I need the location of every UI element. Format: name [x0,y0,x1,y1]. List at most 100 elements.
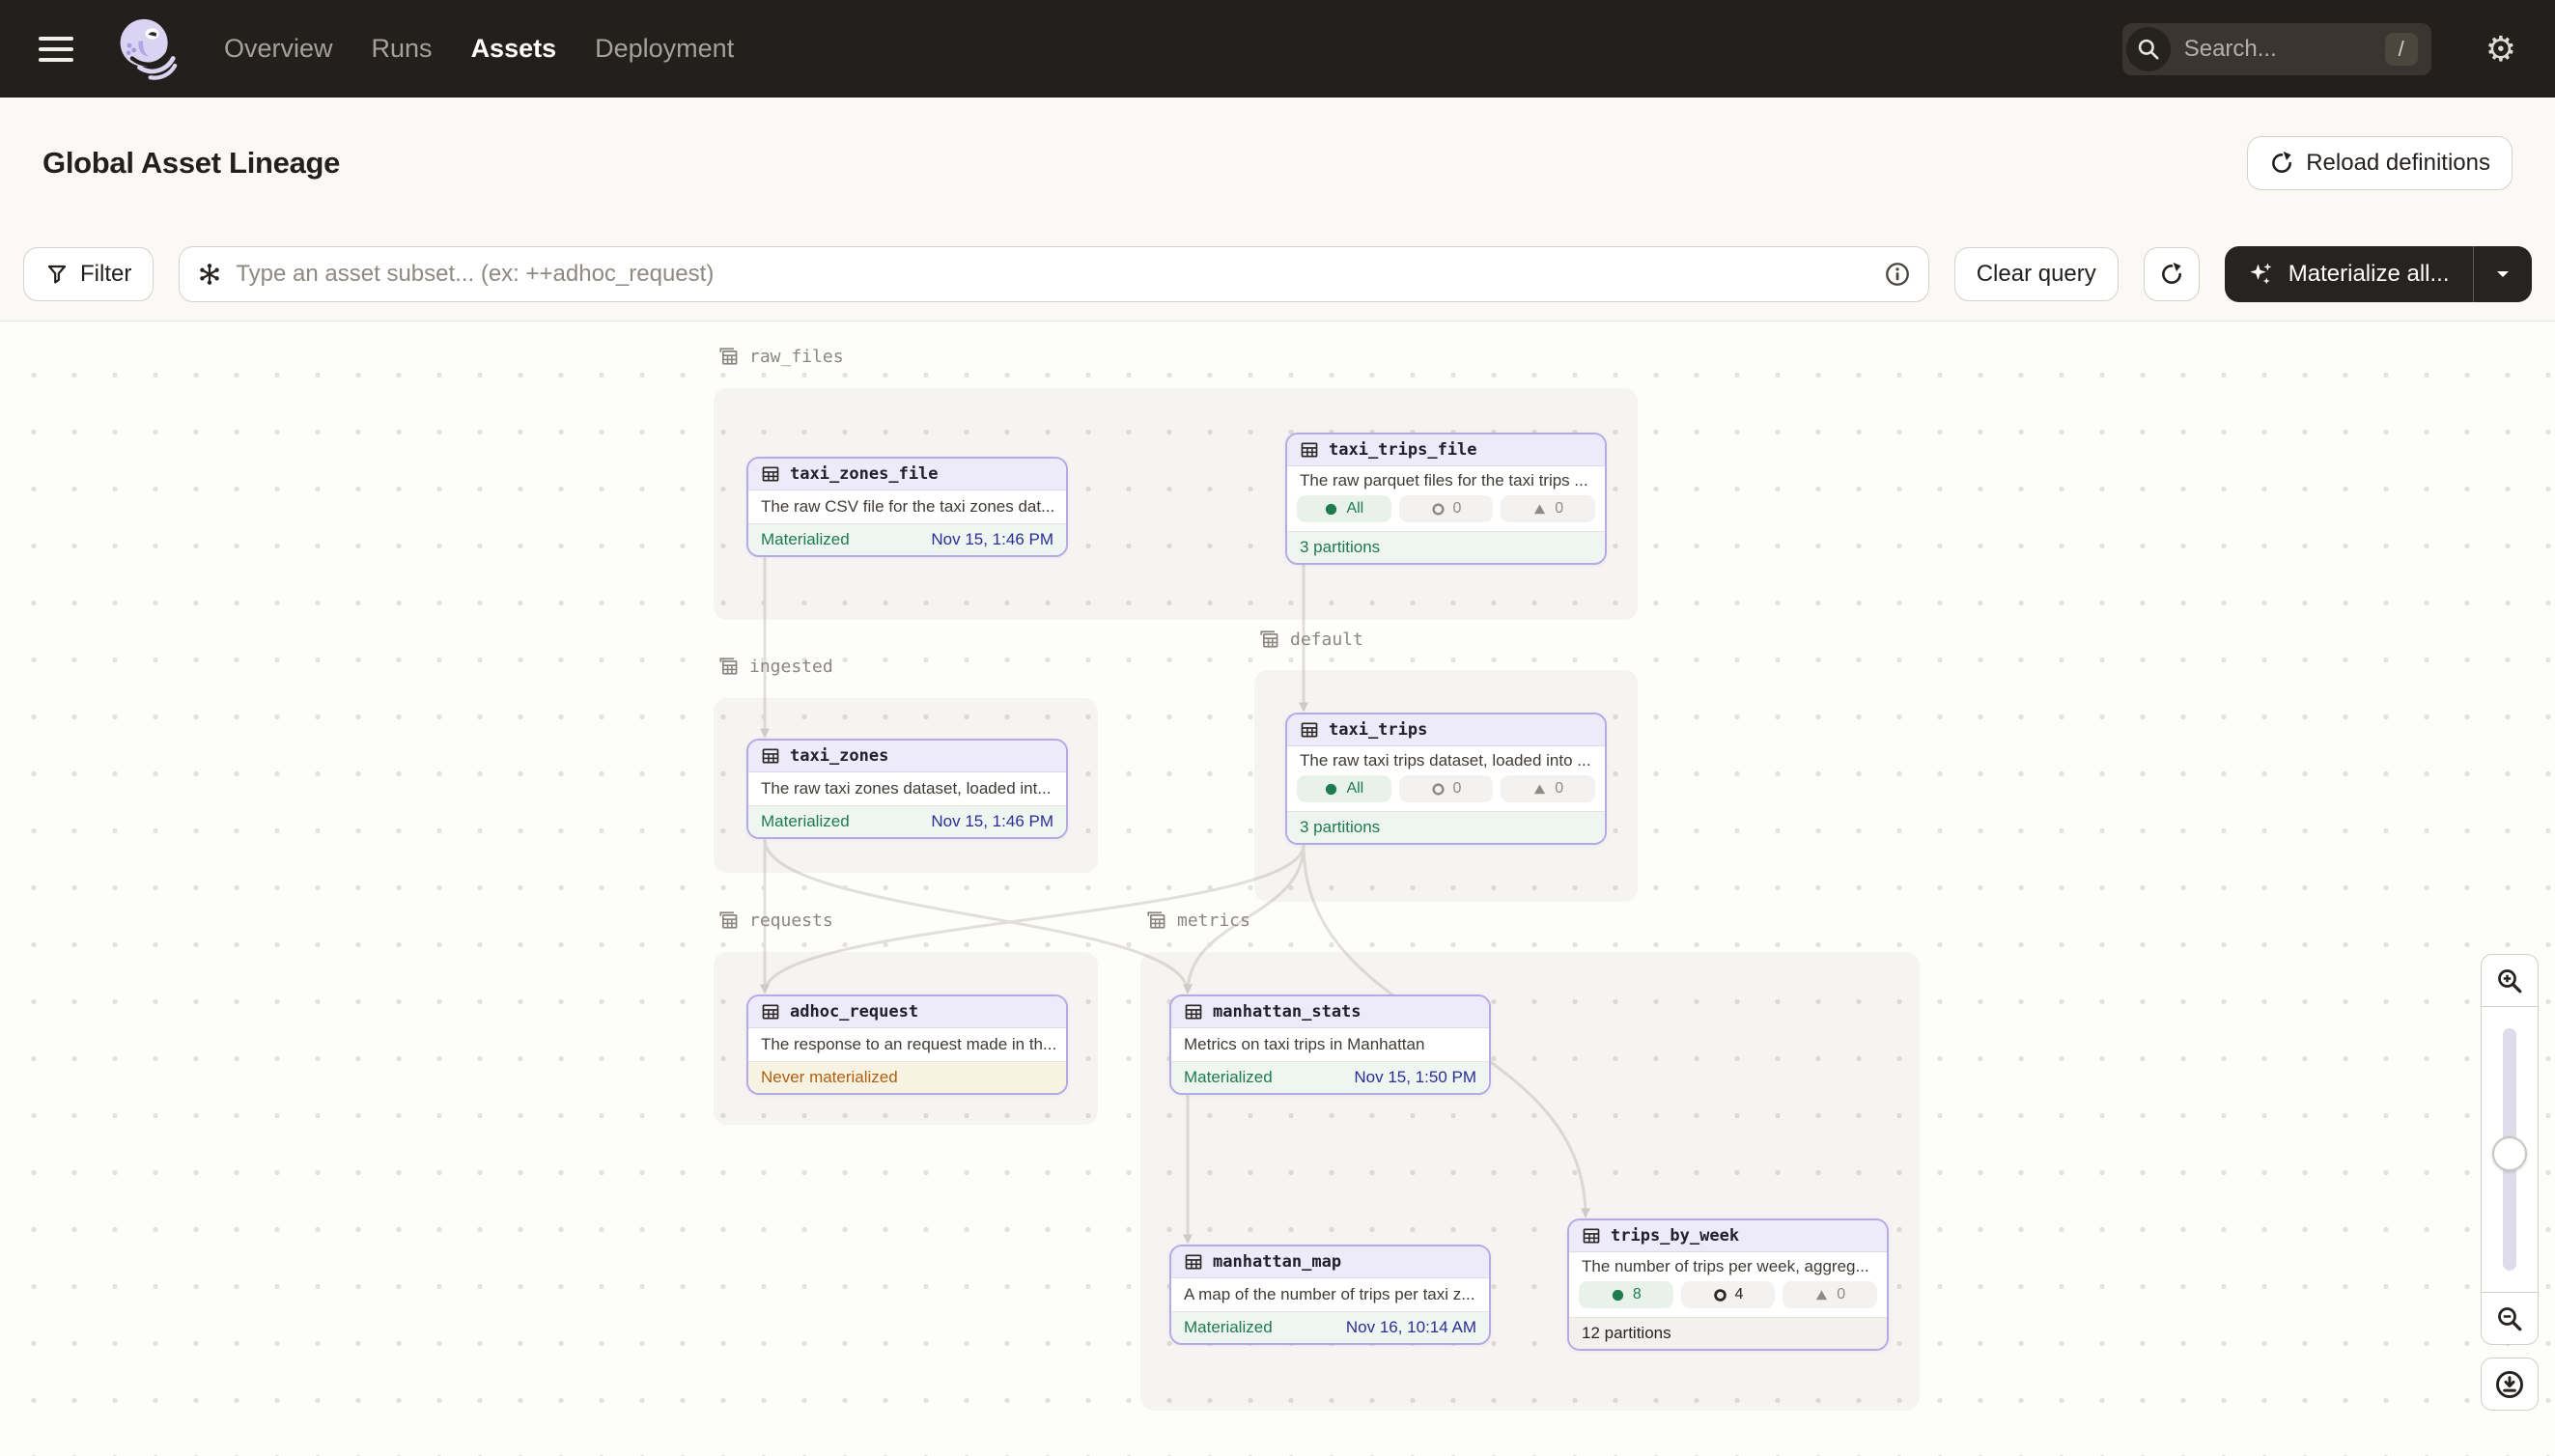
asset-node-taxi_trips[interactable]: taxi_tripsThe raw taxi trips dataset, lo… [1285,713,1607,845]
reload-icon [2269,151,2294,176]
asset-name: taxi_trips_file [1329,440,1477,460]
clear-query-button[interactable]: Clear query [1954,247,2119,301]
lineage-canvas[interactable]: raw_files ingested default requests metr… [0,321,2555,1456]
asset-node-taxi_trips_file[interactable]: taxi_trips_fileThe raw parquet files for… [1285,433,1607,565]
filter-button[interactable]: Filter [23,247,154,301]
zoom-controls [2481,954,2539,1411]
partition-health-badges: All00 [1287,772,1605,811]
asset-status-footer: Materialized Nov 15, 1:50 PM [1171,1061,1489,1093]
missing-triangle-icon [1814,1288,1829,1302]
asset-group-icon [716,655,740,678]
page-title: Global Asset Lineage [42,146,340,181]
partition-badge-count: All [1346,500,1363,518]
table-icon [1300,720,1319,740]
zoom-out-button[interactable] [2481,1292,2539,1345]
materialize-options-dropdown[interactable] [2474,265,2532,284]
partition-badge-count: All [1346,780,1363,798]
table-icon [1300,440,1319,460]
status-label: 12 partitions [1582,1324,1671,1343]
sparkle-icon [2248,261,2275,288]
asset-node-header: taxi_zones [748,741,1066,772]
partition-badge: 4 [1681,1281,1776,1308]
asset-node-adhoc_request[interactable]: adhoc_requestThe response to an request … [746,994,1068,1095]
dagster-logo-icon[interactable] [114,14,178,84]
asset-description: The raw taxi zones dataset, loaded int..… [748,772,1066,805]
zoom-in-button[interactable] [2481,954,2539,1007]
nav-tab-assets[interactable]: Assets [471,34,557,64]
status-label: Never materialized [761,1068,898,1087]
asset-status-footer: 12 partitions [1569,1317,1887,1349]
status-label: Materialized [761,812,850,831]
asset-group-label-default[interactable]: default [1257,628,1363,651]
search-input[interactable] [2184,36,2348,63]
zoom-out-icon [2495,1304,2524,1333]
materialize-all-split-button: Materialize all... [2225,246,2532,302]
chevron-down-icon [2493,265,2513,284]
asset-group-name: default [1290,630,1363,650]
asset-node-header: taxi_trips [1287,714,1605,746]
partition-badge: All [1297,495,1391,522]
status-label: Materialized [1184,1068,1273,1087]
materialized-dot-icon [1324,782,1338,797]
status-label: Materialized [761,530,850,549]
asset-name: taxi_zones [790,746,888,766]
download-icon [2494,1369,2525,1400]
missing-triangle-icon [1532,502,1547,517]
asset-node-taxi_zones[interactable]: taxi_zones The raw taxi zones dataset, lo… [746,739,1068,839]
status-label: 3 partitions [1300,538,1380,557]
partition-badge: 0 [1783,1281,1877,1308]
asset-node-manhattan_stats[interactable]: manhattan_statsMetrics on taxi trips in … [1169,994,1491,1095]
asset-name: taxi_zones_file [790,464,939,484]
asset-group-label-requests[interactable]: requests [716,909,833,932]
nav-tab-overview[interactable]: Overview [224,34,333,64]
nav-tab-runs[interactable]: Runs [372,34,433,64]
global-search[interactable]: / [2122,23,2431,75]
asset-description: The response to an request made in th... [748,1028,1066,1061]
materialization-timestamp: Nov 15, 1:50 PM [1354,1068,1476,1087]
hamburger-menu-icon[interactable] [39,37,73,62]
download-image-button[interactable] [2481,1358,2539,1411]
asset-description: The raw CSV file for the taxi zones dat.… [748,490,1066,523]
asset-subset-input[interactable] [236,261,1869,288]
asset-group-label-metrics[interactable]: metrics [1144,909,1250,932]
asset-node-trips_by_week[interactable]: trips_by_week The number of trips per wee… [1567,1218,1889,1351]
asset-name: trips_by_week [1611,1226,1739,1246]
asset-node-taxi_zones_file[interactable]: taxi_zones_file The raw CSV file for the … [746,457,1068,557]
partition-badge: 0 [1399,775,1494,802]
asset-name: manhattan_map [1213,1252,1341,1272]
asset-name: manhattan_stats [1213,1002,1362,1022]
asset-status-footer: Never materialized [748,1061,1066,1093]
partition-badge: 0 [1501,495,1595,522]
asset-group-name: ingested [749,657,833,677]
asset-description: The number of trips per week, aggreg... [1569,1252,1887,1278]
asset-node-header: adhoc_request [748,996,1066,1028]
refresh-button[interactable] [2144,247,2200,301]
zoom-slider-thumb[interactable] [2492,1136,2527,1171]
partition-badge: 8 [1579,1281,1673,1308]
table-icon [1184,1002,1203,1022]
page-header: Global Asset Lineage Reload definitions [0,98,2555,228]
asset-description: The raw taxi trips dataset, loaded into … [1287,746,1605,772]
refresh-icon [2159,262,2184,287]
partition-badge: 0 [1399,495,1494,522]
asset-group-name: metrics [1177,910,1250,931]
reload-definitions-button[interactable]: Reload definitions [2247,136,2513,190]
settings-gear-icon[interactable]: ⚙ [2485,32,2516,67]
asset-group-label-raw_files[interactable]: raw_files [716,345,844,368]
asset-node-manhattan_map[interactable]: manhattan_mapA map of the number of trip… [1169,1245,1491,1345]
failed-ring-icon [1431,502,1446,517]
info-icon[interactable] [1884,261,1911,288]
nav-tab-deployment[interactable]: Deployment [595,34,734,64]
asset-group-label-ingested[interactable]: ingested [716,655,833,678]
table-icon [761,1002,780,1022]
missing-triangle-icon [1532,782,1547,797]
materialize-all-button[interactable]: Materialize all... [2225,261,2473,288]
asset-group-icon [716,345,740,368]
partition-badge: All [1297,775,1391,802]
asset-group-icon [1257,628,1280,651]
asset-group-name: requests [749,910,833,931]
asset-group-icon [1144,909,1167,932]
asset-node-header: trips_by_week [1569,1220,1887,1252]
failed-ring-icon [1431,782,1446,797]
asset-node-header: manhattan_map [1171,1246,1489,1278]
